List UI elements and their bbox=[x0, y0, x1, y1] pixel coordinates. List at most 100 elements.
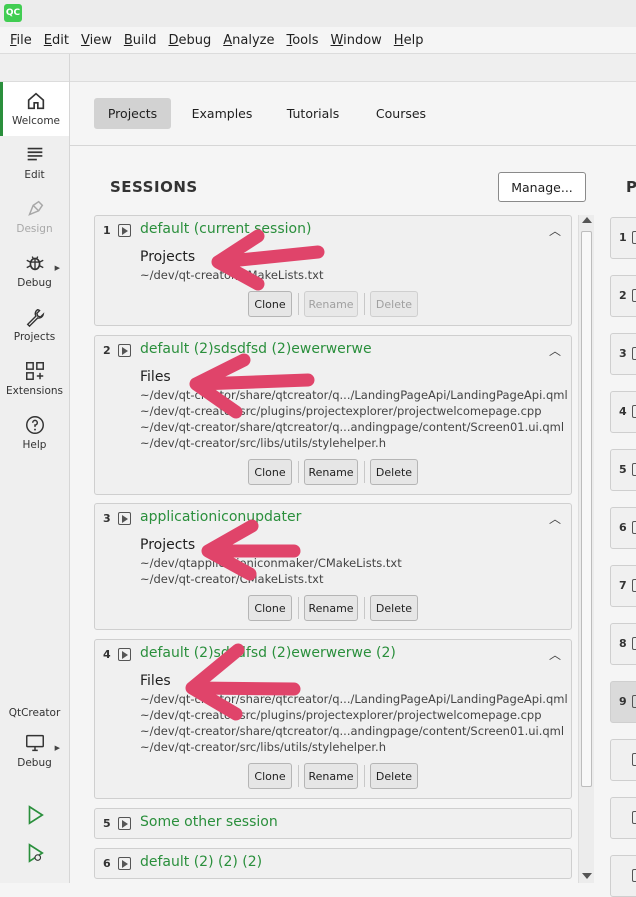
open-project-icon bbox=[632, 869, 636, 882]
session-item[interactable]: 3 applicationiconupdater ︿ Projects ~/de… bbox=[94, 503, 572, 630]
session-file: ~/dev/qt-creator/CMakeLists.txt bbox=[140, 268, 324, 282]
menu-tools[interactable]: Tools bbox=[280, 33, 324, 48]
kit-selector[interactable]: Debug ▶ bbox=[0, 724, 69, 780]
clone-button[interactable]: Clone bbox=[248, 595, 292, 621]
menu-debug[interactable]: Debug bbox=[162, 33, 217, 48]
bug-icon bbox=[25, 256, 44, 271]
tab-courses[interactable]: Courses bbox=[364, 98, 438, 129]
expand-arrow-icon: ▶ bbox=[54, 264, 60, 272]
tab-tutorials[interactable]: Tutorials bbox=[274, 98, 352, 129]
session-item[interactable]: 5 Some other session bbox=[94, 808, 572, 839]
delete-button[interactable]: Delete bbox=[370, 291, 418, 317]
scroll-up-icon[interactable] bbox=[582, 217, 592, 223]
session-name[interactable]: Some other session bbox=[140, 814, 278, 830]
welcome-page: Projects Examples Tutorials Courses SESS… bbox=[70, 82, 636, 897]
project-item[interactable]: 3 bbox=[610, 333, 636, 375]
extensions-icon bbox=[25, 362, 44, 380]
mode-extensions[interactable]: Extensions bbox=[0, 352, 69, 406]
clone-button[interactable]: Clone bbox=[248, 291, 292, 317]
open-session-icon[interactable] bbox=[118, 857, 131, 870]
session-file: ~/dev/qt-creator/src/plugins/projectexpl… bbox=[140, 708, 542, 722]
open-session-icon[interactable] bbox=[118, 344, 131, 357]
debug-run-button[interactable] bbox=[0, 834, 69, 874]
menu-bar: File Edit View Build Debug Analyze Tools… bbox=[0, 27, 636, 53]
project-item[interactable] bbox=[610, 855, 636, 897]
tab-examples[interactable]: Examples bbox=[182, 98, 262, 129]
menu-help[interactable]: Help bbox=[388, 33, 430, 48]
open-project-icon bbox=[632, 463, 636, 476]
session-file: ~/dev/qt-creator/src/plugins/projectexpl… bbox=[140, 404, 542, 418]
collapse-caret-icon[interactable]: ︿ bbox=[549, 510, 561, 527]
rename-button[interactable]: Rename bbox=[304, 595, 358, 621]
manage-button[interactable]: Manage... bbox=[498, 172, 586, 202]
session-file: ~/dev/qt-creator/share/qtcreator/q.../La… bbox=[140, 692, 568, 706]
toolbar-strip bbox=[0, 53, 636, 83]
session-section-heading: Projects bbox=[140, 537, 196, 553]
session-name[interactable]: default (current session) bbox=[140, 221, 311, 237]
project-item[interactable]: 6 bbox=[610, 507, 636, 549]
project-item[interactable]: 2 bbox=[610, 275, 636, 317]
mode-edit[interactable]: Edit bbox=[0, 136, 69, 190]
menu-build[interactable]: Build bbox=[118, 33, 163, 48]
open-session-icon[interactable] bbox=[118, 224, 131, 237]
open-project-icon bbox=[632, 753, 636, 766]
open-session-icon[interactable] bbox=[118, 648, 131, 661]
rename-button[interactable]: Rename bbox=[304, 291, 358, 317]
scrollbar-thumb[interactable] bbox=[581, 231, 592, 787]
delete-button[interactable]: Delete bbox=[370, 459, 418, 485]
session-item[interactable]: 2 default (2)sdsdfsd (2)ewerwerwe ︿ File… bbox=[94, 335, 572, 495]
open-session-icon[interactable] bbox=[118, 817, 131, 830]
menu-file[interactable]: File bbox=[4, 33, 38, 48]
project-item[interactable]: 9 bbox=[610, 681, 636, 723]
delete-button[interactable]: Delete bbox=[370, 595, 418, 621]
mode-sidebar: Welcome Edit Design Debug ▶ Projects Ext… bbox=[0, 82, 70, 883]
sessions-scrollbar[interactable] bbox=[578, 215, 594, 883]
menu-analyze[interactable]: Analyze bbox=[217, 33, 280, 48]
clone-button[interactable]: Clone bbox=[248, 763, 292, 789]
session-name[interactable]: default (2)sdsdfsd (2)ewerwerwe bbox=[140, 341, 372, 357]
sessions-heading: SESSIONS bbox=[110, 178, 198, 196]
session-item[interactable]: 4 default (2)sdsdfsd (2)ewerwerwe (2) ︿ … bbox=[94, 639, 572, 799]
qtcreator-logo-icon: QC bbox=[4, 4, 22, 22]
mode-debug[interactable]: Debug ▶ bbox=[0, 244, 69, 298]
project-item[interactable]: 5 bbox=[610, 449, 636, 491]
project-item[interactable]: 4 bbox=[610, 391, 636, 433]
collapse-caret-icon[interactable]: ︿ bbox=[549, 646, 561, 663]
mode-help[interactable]: Help bbox=[0, 406, 69, 460]
project-item[interactable]: 1 bbox=[610, 217, 636, 259]
open-session-icon[interactable] bbox=[118, 512, 131, 525]
project-item[interactable] bbox=[610, 797, 636, 839]
session-file: ~/dev/qt-creator/share/qtcreator/q...and… bbox=[140, 724, 565, 738]
collapse-caret-icon[interactable]: ︿ bbox=[549, 342, 561, 359]
session-item[interactable]: 1 default (current session) ︿ Projects ~… bbox=[94, 215, 572, 326]
mode-design[interactable]: Design bbox=[0, 190, 69, 244]
open-project-icon bbox=[632, 637, 636, 650]
tab-projects[interactable]: Projects bbox=[94, 98, 171, 129]
session-name[interactable]: applicationiconupdater bbox=[140, 509, 301, 525]
project-item[interactable]: 8 bbox=[610, 623, 636, 665]
project-item[interactable] bbox=[610, 739, 636, 781]
session-file: ~/dev/qt-creator/share/qtcreator/q.../La… bbox=[140, 388, 568, 402]
menu-edit[interactable]: Edit bbox=[38, 33, 75, 48]
session-name[interactable]: default (2)sdsdfsd (2)ewerwerwe (2) bbox=[140, 645, 396, 661]
session-item[interactable]: 6 default (2) (2) (2) bbox=[94, 848, 572, 879]
rename-button[interactable]: Rename bbox=[304, 459, 358, 485]
run-button[interactable] bbox=[0, 796, 69, 836]
open-project-icon bbox=[632, 811, 636, 824]
menu-window[interactable]: Window bbox=[325, 33, 388, 48]
clone-button[interactable]: Clone bbox=[248, 459, 292, 485]
run-icon bbox=[28, 805, 44, 825]
session-file: ~/dev/qt-creator/share/qtcreator/q...and… bbox=[140, 420, 565, 434]
open-project-icon bbox=[632, 579, 636, 592]
project-item[interactable]: 7 bbox=[610, 565, 636, 607]
mode-projects[interactable]: Projects bbox=[0, 298, 69, 352]
mode-welcome[interactable]: Welcome bbox=[0, 82, 69, 136]
menu-view[interactable]: View bbox=[75, 33, 118, 48]
collapse-caret-icon[interactable]: ︿ bbox=[549, 222, 561, 239]
kit-label: QtCreator bbox=[8, 707, 61, 719]
wrench-icon bbox=[26, 308, 44, 328]
rename-button[interactable]: Rename bbox=[304, 763, 358, 789]
delete-button[interactable]: Delete bbox=[370, 763, 418, 789]
session-name[interactable]: default (2) (2) (2) bbox=[140, 854, 262, 870]
scroll-down-icon[interactable] bbox=[582, 873, 592, 879]
